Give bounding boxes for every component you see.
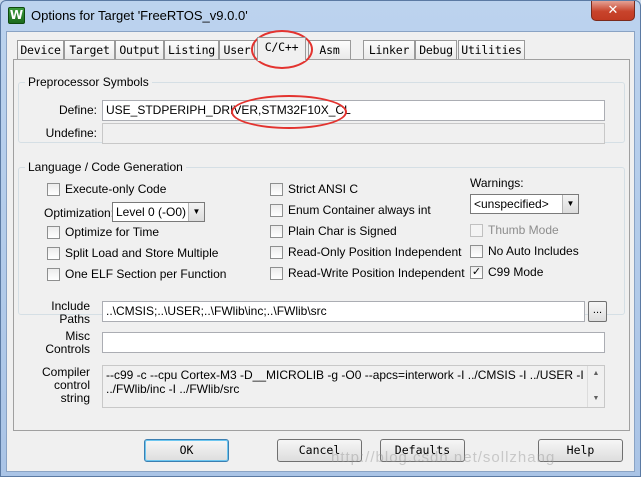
- options-dialog-window: W Options for Target 'FreeRTOS_v9.0.0' ✕…: [0, 0, 641, 477]
- read-only-pi-checkbox[interactable]: [270, 246, 283, 259]
- compiler-control-label-line3: string: [60, 391, 90, 405]
- keil-app-icon: W: [8, 7, 25, 24]
- compiler-control-label-line2: control: [53, 378, 90, 392]
- one-elf-section-label: One ELF Section per Function: [65, 267, 227, 281]
- warnings-value: <unspecified>: [474, 197, 549, 211]
- thumb-mode-label: Thumb Mode: [488, 223, 559, 237]
- close-icon: ✕: [607, 2, 619, 17]
- compiler-control-label: Compiler control string: [24, 366, 90, 405]
- strict-ansi-c-label: Strict ANSI C: [288, 182, 359, 196]
- one-elf-section-checkbox[interactable]: [47, 268, 60, 281]
- optimization-label: Optimization:: [44, 206, 115, 220]
- plain-char-signed-label: Plain Char is Signed: [288, 224, 397, 238]
- c99-mode-checkbox[interactable]: ✓: [470, 266, 483, 279]
- no-auto-includes-label: No Auto Includes: [488, 244, 579, 258]
- misc-controls-input[interactable]: [102, 332, 605, 353]
- language-codegen-legend: Language / Code Generation: [28, 160, 183, 174]
- tab-asm[interactable]: Asm: [308, 40, 351, 60]
- define-input[interactable]: USE_STDPERIPH_DRIVER,STM32F10X_CL: [102, 100, 605, 121]
- split-load-store-checkbox[interactable]: [47, 247, 60, 260]
- read-only-pi-label: Read-Only Position Independent: [288, 245, 462, 259]
- watermark-text: http://blog.csdn.net/sollzhang: [331, 449, 556, 466]
- thumb-mode-checkbox[interactable]: [470, 224, 483, 237]
- tab-listing[interactable]: Listing: [164, 40, 219, 60]
- include-paths-label: Include Paths: [24, 300, 90, 326]
- tab-output[interactable]: Output: [115, 40, 164, 60]
- plain-char-signed-checkbox[interactable]: [270, 225, 283, 238]
- compiler-control-scrollbar[interactable]: ▲ ▼: [587, 366, 604, 407]
- no-auto-includes-checkbox[interactable]: [470, 245, 483, 258]
- scroll-up-icon[interactable]: ▲: [588, 366, 604, 382]
- scroll-down-icon[interactable]: ▼: [588, 391, 604, 407]
- tab-user[interactable]: User: [219, 40, 255, 60]
- title-bar[interactable]: W Options for Target 'FreeRTOS_v9.0.0' ✕: [1, 1, 640, 31]
- include-paths-label-line1: Include: [51, 299, 90, 313]
- misc-controls-label-line2: Controls: [45, 342, 90, 356]
- compiler-control-label-line1: Compiler: [41, 365, 90, 379]
- tab-c-cpp[interactable]: C/C++: [257, 37, 306, 61]
- optimize-for-time-label: Optimize for Time: [65, 225, 160, 239]
- check-mark-icon: ✓: [471, 266, 482, 278]
- include-paths-browse-button[interactable]: ...: [588, 301, 607, 322]
- compiler-control-string: --c99 -c --cpu Cortex-M3 -D__MICROLIB -g…: [102, 365, 605, 408]
- tab-utilities[interactable]: Utilities: [458, 40, 525, 60]
- define-label: Define:: [58, 103, 97, 117]
- tab-device[interactable]: Device: [17, 40, 64, 60]
- warnings-label: Warnings:: [470, 176, 524, 190]
- c-cpp-tab-panel: Preprocessor Symbols Define: USE_STDPERI…: [13, 59, 630, 431]
- ok-button[interactable]: OK: [144, 439, 229, 462]
- include-paths-input[interactable]: ..\CMSIS;..\USER;..\FWlib\inc;..\FWlib\s…: [102, 301, 585, 322]
- enum-container-checkbox[interactable]: [270, 204, 283, 217]
- optimization-value: Level 0 (-O0): [116, 205, 187, 219]
- undefine-input[interactable]: [102, 123, 605, 144]
- chevron-down-icon: ▼: [562, 195, 578, 213]
- optimization-select[interactable]: Level 0 (-O0) ▼: [112, 202, 205, 222]
- close-button[interactable]: ✕: [591, 1, 635, 21]
- undefine-label: Undefine:: [45, 126, 97, 140]
- tab-target[interactable]: Target: [64, 40, 115, 60]
- warnings-select[interactable]: <unspecified> ▼: [470, 194, 579, 214]
- tab-linker[interactable]: Linker: [363, 40, 415, 60]
- c99-mode-label: C99 Mode: [488, 265, 544, 279]
- optimize-for-time-checkbox[interactable]: [47, 226, 60, 239]
- read-write-pi-checkbox[interactable]: [270, 267, 283, 280]
- execute-only-checkbox[interactable]: [47, 183, 60, 196]
- enum-container-label: Enum Container always int: [288, 203, 431, 217]
- misc-controls-label-line1: Misc: [65, 329, 90, 343]
- window-title: Options for Target 'FreeRTOS_v9.0.0': [31, 8, 248, 23]
- chevron-down-icon: ▼: [188, 203, 204, 221]
- execute-only-label: Execute-only Code: [65, 182, 167, 196]
- strict-ansi-c-checkbox[interactable]: [270, 183, 283, 196]
- preprocessor-symbols-legend: Preprocessor Symbols: [28, 75, 149, 89]
- dialog-client-area: Device Target Output Listing User C/C++ …: [6, 31, 635, 472]
- split-load-store-label: Split Load and Store Multiple: [65, 246, 219, 260]
- read-write-pi-label: Read-Write Position Independent: [288, 266, 465, 280]
- include-paths-label-line2: Paths: [59, 312, 90, 326]
- tab-debug[interactable]: Debug: [415, 40, 457, 60]
- misc-controls-label: Misc Controls: [24, 330, 90, 356]
